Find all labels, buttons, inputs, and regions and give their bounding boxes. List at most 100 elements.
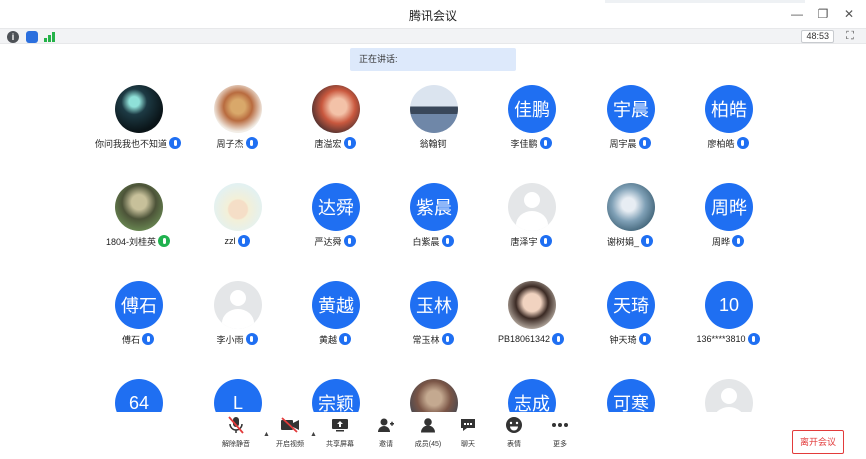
participant-name: 唐溢宏 [314,138,342,149]
avatar [312,85,360,133]
fullscreen-icon[interactable]: ⛶ [844,30,856,42]
green-mic-icon [158,235,171,247]
emoji-label: 表情 [507,441,521,448]
participant-name: 136****3810 [696,334,746,344]
participant-name: 黄越 [318,334,337,345]
avatar [508,281,556,329]
blue-mic-icon [638,137,651,149]
avatar [607,183,655,231]
avatar [410,85,458,133]
blue-mic-icon [441,235,454,247]
participant-name: 廖柏皓 [707,138,735,149]
window-title: 腾讯会议 [408,9,457,23]
participant-name: 周晔 [711,236,730,247]
more-label: 更多 [553,441,567,448]
blue-mic-icon [343,137,356,149]
blue-mic-icon [747,333,760,345]
members-label: 成员(45) [414,441,442,448]
chat-button[interactable]: 聊天 [446,416,490,456]
more-button[interactable]: 更多 [538,416,582,456]
participant-name: 钟天琦 [609,334,637,345]
blue-mic-icon [441,333,454,345]
video-options-caret-icon[interactable]: ▲ [310,431,318,439]
participant-name: 傅石 [121,334,140,345]
unmute-button[interactable]: 解除静音 [214,416,258,456]
participant-name-row: 周晔 [668,234,788,248]
avatar: 佳鹏 [508,85,556,133]
participant-name: 唐泽宇 [510,236,538,247]
participant-name: 周子杰 [216,138,244,149]
share-screen-icon [330,416,350,434]
blue-mic-icon [736,137,749,149]
minimize-icon[interactable]: — [786,4,808,24]
avatar [705,379,753,412]
avatar [115,183,163,231]
avatar: 宇晨 [607,85,655,133]
participant-tile[interactable]: 周晔 周晔 [668,178,788,258]
share-screen-button[interactable]: 共享屏幕 [318,416,362,456]
blue-mic-icon [339,333,351,345]
blue-mic-icon [552,333,565,345]
avatar: 紫晨 [410,183,458,231]
avatar: 10 [705,281,753,329]
window-controls: — ❐ ✕ [786,4,860,24]
video-off-icon [280,416,300,434]
emoji-button[interactable]: 表情 [492,416,536,456]
leave-meeting-button[interactable]: 离开会议 [792,430,844,454]
avatar [214,183,262,231]
participant-tile[interactable]: 10 136****3810 [668,276,788,356]
participant-tile[interactable]: 柏皓 廖柏皓 [668,80,788,160]
title-bar: 腾讯会议 — ❐ ✕ [0,0,866,28]
smile-icon [504,416,524,434]
start-video-button[interactable]: 开启视频 [268,416,312,456]
avatar: L [214,379,262,412]
avatar: 64 [115,379,163,412]
avatar: 天琦 [607,281,655,329]
avatar: 可寒 [607,379,655,412]
muted-mic-icon [226,416,246,434]
blue-mic-icon [245,333,258,345]
participant-tile[interactable] [668,374,788,412]
participant-name: 常玉林 [412,334,440,345]
blue-mic-icon [245,137,258,149]
close-icon[interactable]: ✕ [838,4,860,24]
avatar: 玉林 [410,281,458,329]
info-icon[interactable]: i [7,31,19,43]
avatar [214,281,262,329]
avatar [508,183,556,231]
avatar [410,379,458,412]
participant-name: 李小雨 [216,334,244,345]
invite-button[interactable]: 邀请 [364,416,408,456]
avatar: 柏皓 [705,85,753,133]
blue-mic-icon [638,333,651,345]
more-dots-icon [550,416,570,434]
signal-icon[interactable] [44,32,56,42]
avatar [115,85,163,133]
blue-mic-icon [539,235,552,247]
shield-icon[interactable] [26,31,38,43]
add-person-icon [376,416,396,434]
blue-mic-icon [142,333,154,345]
blue-mic-icon [539,137,552,149]
blue-mic-icon [343,235,356,247]
participant-name: 严达舜 [314,236,342,247]
meeting-window: 腾讯会议 — ❐ ✕ i 48:53 ⛶ 正在讲话: 你问我我也不知道 周子杰 唐溢… [0,0,866,459]
blue-mic-icon [237,235,250,247]
avatar: 达舜 [312,183,360,231]
invite-label: 邀请 [379,441,393,448]
members-button[interactable]: 成员(45) [406,416,450,456]
speaking-banner: 正在讲话: [350,48,516,71]
start-video-label: 开启视频 [276,441,304,448]
restore-icon[interactable]: ❐ [812,4,834,24]
blue-mic-icon [641,235,653,247]
blue-mic-icon [732,235,744,247]
members-icon [418,416,438,434]
avatar: 志成 [508,379,556,412]
bottom-toolbar: 解除静音 ▲ 开启视频 ▲ 共享屏幕 邀请 成员(45) 聊天 表情 更多 离开… [0,412,866,459]
avatar: 黄越 [312,281,360,329]
meeting-timer: 48:53 [801,30,834,43]
participant-name: zzl [224,236,236,246]
avatar [214,85,262,133]
status-bar: i 48:53 ⛶ [0,28,866,44]
share-screen-label: 共享屏幕 [326,441,354,448]
